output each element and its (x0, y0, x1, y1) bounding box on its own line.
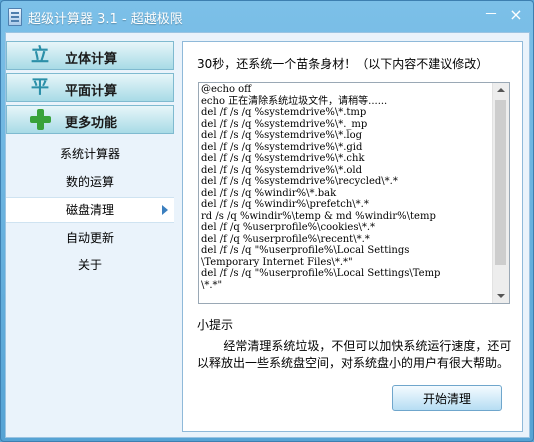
script-line: del /f /s /q %systemdrive%\recycled\*.* (201, 176, 398, 187)
sidebar-item-label: 系统计算器 (59, 147, 120, 161)
title-bar[interactable]: 超级计算器 3.1 - 超越极限 － × (1, 1, 533, 31)
script-line: del /f /s /q "%userprofile%\Local Settin… (201, 245, 410, 256)
script-text: @echo off echo 正在清除系统垃圾文件，请稍等...... del /f… (201, 84, 491, 291)
plus-icon (29, 108, 51, 130)
script-line: del /f /s /q %windir%\*.bak (201, 187, 337, 199)
sidebar-item-system-calculator[interactable]: 系统计算器 (6, 142, 174, 166)
nav-section-label: 平面计算 (65, 84, 118, 99)
start-cleanup-button[interactable]: 开始清理 (392, 385, 502, 411)
script-line: del /f /s /q %windir%\prefetch\*.* (201, 199, 369, 210)
script-line: \Temporary Internet Files\*.*" (201, 256, 353, 268)
plane-calc-icon: 平 (31, 77, 49, 98)
script-line: del /f /q %userprofile%\cookies\*.* (201, 222, 376, 233)
sidebar-item-label: 自动更新 (65, 231, 114, 245)
tip-text: 经常清理系统垃圾，不但可以加快系统运行速度，还可以释放出一些系统盘空间，对系统盘… (197, 339, 512, 370)
sidebar-item-disk-cleanup[interactable]: 磁盘清理 (6, 197, 174, 223)
script-line: @echo off (201, 84, 252, 95)
disk-cleanup-panel: 30秒，还系统一个苗条身材！（以下内容不建议修改） @echo off echo … (182, 41, 523, 432)
nav-section-3d-calc[interactable]: 立 立体计算 (6, 41, 174, 70)
sidebar: 立 立体计算 平 平面计算 更多功能 系统计算器 数的运算 磁盘清理 自动更新 … (6, 41, 177, 437)
tip-title: 小提示 (197, 318, 234, 332)
script-line: del /f /s /q %systemdrive%\*.gid (201, 141, 363, 153)
content-area: 立 立体计算 平 平面计算 更多功能 系统计算器 数的运算 磁盘清理 自动更新 … (5, 32, 530, 438)
sidebar-item-label: 关于 (77, 258, 102, 272)
nav-section-more-features[interactable]: 更多功能 (6, 105, 174, 134)
sidebar-item-about[interactable]: 关于 (6, 253, 174, 277)
scroll-up-icon[interactable] (497, 88, 505, 92)
script-line: del /f /s /q "%userprofile%\Local Settin… (201, 268, 441, 279)
script-line: del /f /s /q %systemdrive%\*.log (201, 130, 363, 141)
sidebar-item-label: 数的运算 (65, 175, 114, 189)
app-window: 超级计算器 3.1 - 超越极限 － × 立 立体计算 平 平面计算 更多功能 … (0, 0, 534, 442)
minimize-button[interactable]: － (479, 5, 503, 25)
close-button[interactable]: × (504, 5, 528, 25)
nav-section-label: 立体计算 (65, 52, 118, 67)
script-line: echo 正在清除系统垃圾文件，请稍等...... (201, 95, 388, 107)
script-line: rd /s /q %windir%\temp & md %windir%\tem… (201, 210, 436, 222)
chevron-right-icon (162, 205, 168, 215)
script-line: del /f /s /q %systemdrive%\*.tmp (201, 107, 367, 118)
sidebar-item-auto-update[interactable]: 自动更新 (6, 226, 174, 250)
script-line: del /f /s /q %systemdrive%\*.chk (201, 153, 365, 164)
nav-section-label: 更多功能 (65, 116, 118, 131)
script-line: \*.*" (201, 279, 223, 291)
3d-calc-icon: 立 (31, 45, 49, 66)
calculator-app-icon (8, 8, 22, 26)
nav-section-plane-calc[interactable]: 平 平面计算 (6, 73, 174, 102)
script-line: del /f /s /q %systemdrive%\*.old (201, 164, 363, 176)
scrollbar-thumb[interactable] (495, 100, 506, 265)
sidebar-item-label: 磁盘清理 (65, 203, 114, 217)
vertical-scrollbar[interactable] (492, 83, 509, 303)
sidebar-item-number-operations[interactable]: 数的运算 (6, 170, 174, 194)
script-line: del /f /q %userprofile%\recent\*.* (201, 233, 370, 245)
panel-description: 30秒，还系统一个苗条身材！（以下内容不建议修改） (197, 57, 489, 71)
window-title: 超级计算器 3.1 - 超越极限 (28, 12, 183, 27)
script-line: del /f /s /q %systemdrive%\*._mp (201, 118, 368, 130)
cleanup-script-textarea[interactable]: @echo off echo 正在清除系统垃圾文件，请稍等...... del /f… (198, 82, 510, 304)
scroll-down-icon[interactable] (497, 294, 505, 298)
